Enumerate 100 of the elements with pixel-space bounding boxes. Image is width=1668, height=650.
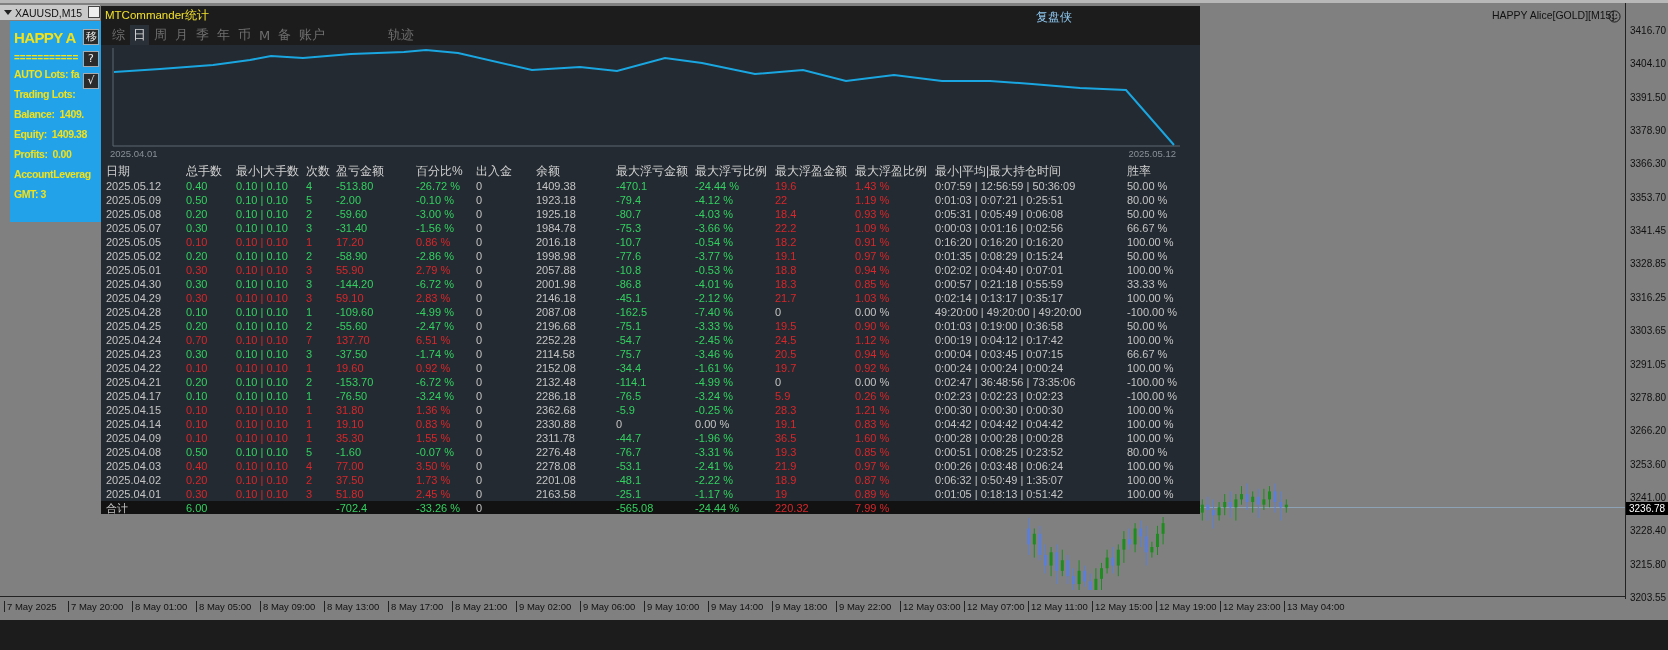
table-cell-text: 0.92 % [416,361,452,375]
table-cell-text: 0.10 | 0.10 [236,487,289,501]
time-label: 12 May 07:00 [964,601,1025,612]
column-header: 盈亏金额 [336,163,385,180]
period-tab[interactable]: 账户 [296,25,329,45]
panel-title: HAPPY A [14,28,76,48]
table-cell-text: -79.4 [616,193,643,207]
table-cell-text: 3 [306,347,314,361]
panel-text: GMT: 3 [14,187,47,202]
table-cell-text: 2025.04.22 [106,361,163,375]
table-cell-text: 0 [476,361,484,375]
table-cell-text: 0 [476,487,484,501]
table-cell-text: 1.12 % [855,333,891,347]
table-cell-text: 0.10 | 0.10 [236,263,289,277]
table-cell-text: -2.41 % [695,459,734,473]
period-tab[interactable]: 综 [109,25,128,45]
table-cell-text: 1409.38 [536,179,577,193]
candle [1268,485,1271,508]
price-label: 3391.50 [1630,91,1667,103]
table-cell-text: 2146.18 [536,291,577,305]
table-cell-text: 0.10 [186,389,209,403]
panel-button[interactable]: ? [83,51,99,67]
time-label: 12 May 15:00 [1092,601,1153,612]
price-label: 3303.65 [1630,325,1667,337]
table-cell-text: 0.40 [186,459,209,473]
candle [1100,562,1103,590]
candle [1273,483,1277,514]
time-label: 9 May 10:00 [644,601,700,612]
table-cell-text: -0.54 % [695,235,734,249]
period-tab[interactable]: 季 [193,25,212,45]
table-cell-text: -24.44 % [695,179,741,193]
table-cell-text: 0 [476,179,484,193]
table-cell-text: 0 [476,277,484,291]
table-cell-text: 0:04:42 | 0:04:42 | 0:04:42 [935,417,1065,431]
trace-tab[interactable]: 轨迹 [385,25,418,45]
table-cell-text: 0 [476,389,484,403]
column-header: 出入金 [476,163,513,180]
table-cell-text: 2025.04.21 [106,375,163,389]
table-cell-text: 1 [306,431,314,445]
table-cell-text: -109.60 [336,305,375,319]
period-tab[interactable]: 日 [130,25,149,45]
total-cell-text: 合计 [106,501,129,515]
table-cell-text: 35.30 [336,431,365,445]
table-cell-text: -1.96 % [695,431,734,445]
price-label: 3353.70 [1630,191,1667,203]
total-cell-text: 6.00 [186,501,209,515]
table-cell-text: 0.30 [186,487,209,501]
candle [1217,501,1221,522]
panel-button[interactable]: √ [83,73,99,89]
minimize-icon[interactable] [88,6,100,18]
panel-text: Trading Lots: [14,87,76,102]
table-cell-text: 18.4 [775,207,798,221]
column-header: 总手数 [186,163,223,180]
table-cell-text: 0:16:20 | 0:16:20 | 0:16:20 [935,235,1065,249]
candle [1128,528,1131,551]
table-cell-text: -0.10 % [416,193,455,207]
panel-button[interactable]: 移 [83,29,99,45]
table-cell-text: 50.00 % [1127,207,1169,221]
candle [1240,485,1243,506]
table-cell-text: 0.10 | 0.10 [236,235,289,249]
table-cell-text: 2196.68 [536,319,577,333]
table-cell-text: -2.45 % [695,333,734,347]
table-cell-text: 2 [306,473,314,487]
column-header: 次数 [306,163,331,180]
table-cell-text: 0.10 | 0.10 [236,305,289,319]
table-cell-text: 2025.05.09 [106,193,163,207]
period-tab[interactable]: 月 [172,25,191,45]
table-cell-text: 1.03 % [855,291,891,305]
table-cell-text: 4 [306,179,314,193]
table-cell-text: 100.00 % [1127,417,1175,431]
table-cell-text: 0:01:03 | 0:07:21 | 0:25:51 [935,193,1065,207]
table-cell-text: 18.8 [775,263,798,277]
table-cell-text: 2132.48 [536,375,577,389]
table-cell-text: 22 [775,193,789,207]
table-cell-text: 5 [306,445,314,459]
period-tab[interactable]: 备 [275,25,295,45]
table-cell-text: 0 [476,193,484,207]
table-cell-text: -3.66 % [695,221,734,235]
period-tab[interactable]: 年 [214,25,233,45]
chart-tab[interactable]: XAUUSD,M15 [0,5,100,20]
table-cell-text: -100.00 % [1127,389,1179,403]
price-label: 3291.05 [1630,358,1667,370]
table-cell-text: 2163.58 [536,487,577,501]
table-cell-text: 19.3 [775,445,798,459]
panel-text: Equity: 1409.38 [14,127,87,142]
table-cell-text: -4.99 % [695,375,734,389]
price-label: 3404.10 [1630,58,1667,70]
table-cell-text: 50.00 % [1127,249,1169,263]
table-cell-text: 0:01:35 | 0:08:29 | 0:15:24 [935,249,1065,263]
table-cell-text: 2025.04.24 [106,333,163,347]
period-tab[interactable]: M [256,26,274,44]
table-cell-text: 0.10 [186,361,209,375]
period-tab[interactable]: 周 [151,25,170,45]
price-label: 3241.00 [1630,491,1667,503]
table-cell-text: 0 [476,417,484,431]
table-cell-text: 0 [476,375,484,389]
table-cell-text: -1.61 % [695,361,734,375]
table-cell-text: 0.10 [186,431,209,445]
period-tab[interactable]: 币 [235,25,254,45]
table-cell-text: 0 [476,249,484,263]
